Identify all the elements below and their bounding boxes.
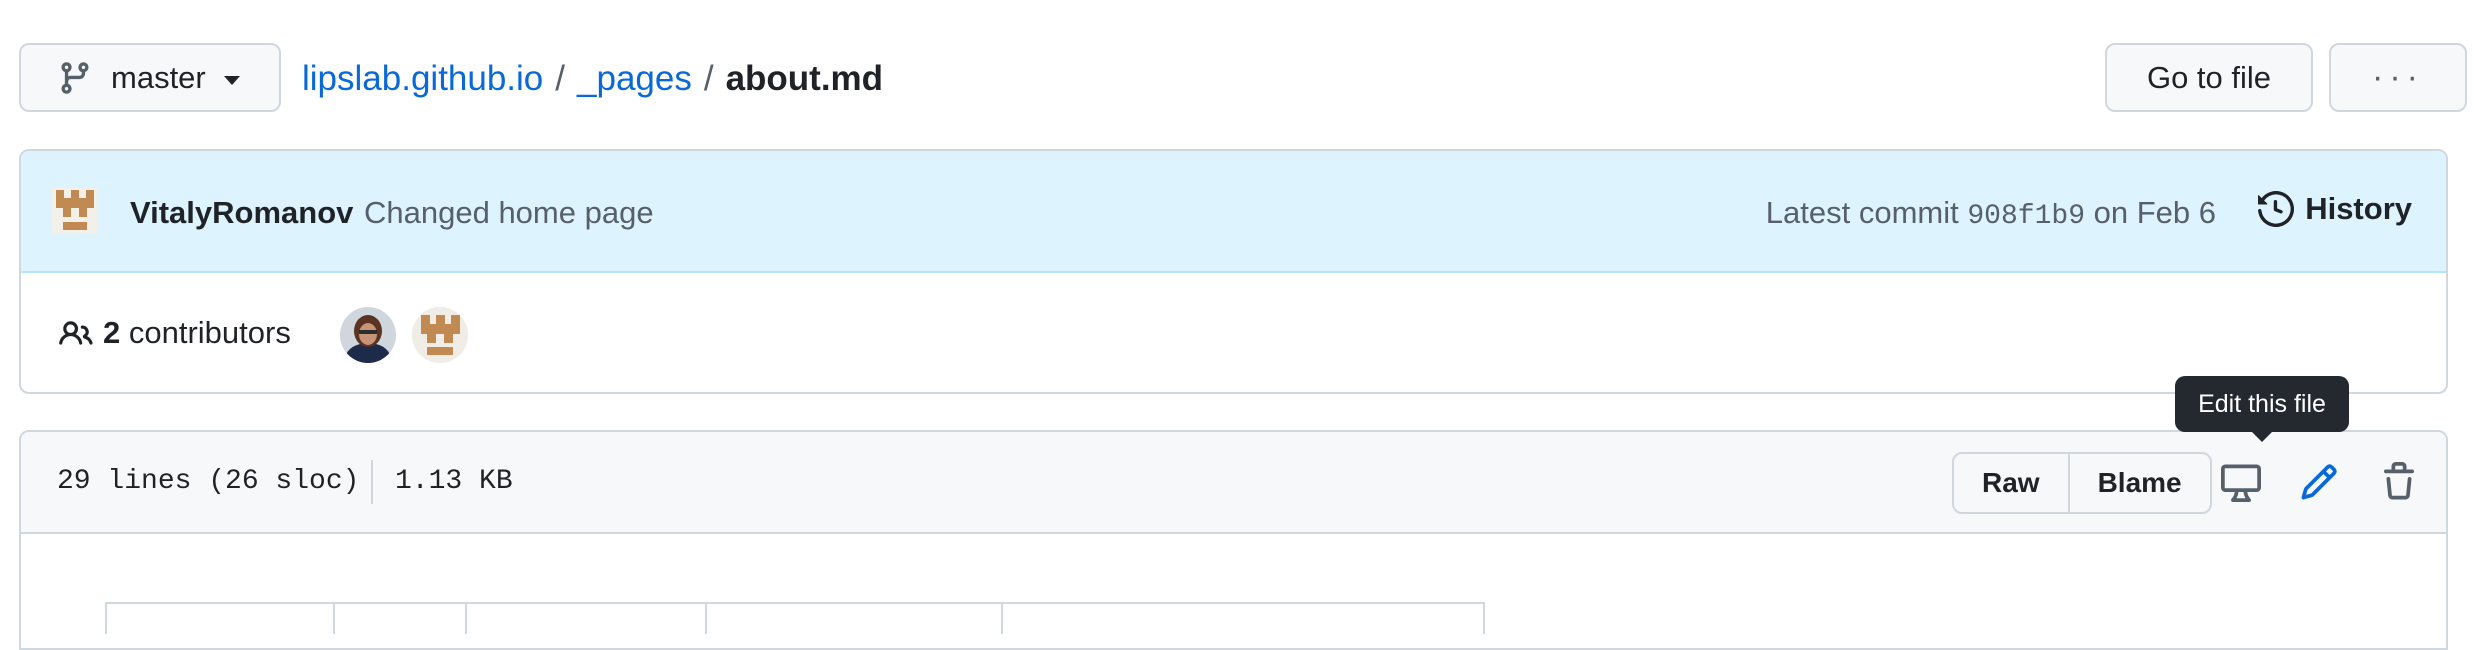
contributors-label: contributors <box>128 315 291 350</box>
blame-button[interactable]: Blame <box>2067 454 2210 512</box>
raw-button[interactable]: Raw <box>1954 454 2068 512</box>
file-line-count: 29 lines (26 sloc) <box>57 466 360 497</box>
latest-commit-bar: VitalyRomanov Changed home page Latest c… <box>21 151 2446 273</box>
contributor-avatar-identicon[interactable] <box>412 307 468 363</box>
latest-commit-prefix: Latest commit <box>1765 195 1959 230</box>
desktop-icon[interactable] <box>2221 462 2261 502</box>
contributors-count: 2 <box>103 315 121 350</box>
trash-icon[interactable] <box>2379 462 2419 502</box>
table-column-divider <box>1001 604 1003 634</box>
file-size: 1.13 KB <box>395 466 513 497</box>
file-navigation: master lipslab.github.io / _pages / about.md… <box>19 43 2467 114</box>
contributors-link[interactable]: 2 contributors <box>103 315 291 351</box>
table-column-divider <box>1483 604 1485 634</box>
history-button[interactable]: History <box>2258 191 2412 227</box>
git-branch-icon <box>61 61 89 94</box>
author-avatar[interactable] <box>52 188 98 234</box>
pencil-icon[interactable] <box>2299 462 2339 502</box>
breadcrumb-separator: / <box>703 59 714 98</box>
people-icon <box>59 321 93 345</box>
chevron-down-icon <box>223 76 240 85</box>
breadcrumb-repo-link[interactable]: lipslab.github.io <box>302 59 543 98</box>
commit-author-link[interactable]: VitalyRomanov <box>130 195 353 231</box>
file-header: 29 lines (26 sloc) 1.13 KB Raw Blame <box>21 432 2446 534</box>
history-label: History <box>2305 191 2412 226</box>
file-view-button-group: Raw Blame <box>1952 452 2212 514</box>
commit-message-link[interactable]: Changed home page <box>364 195 654 231</box>
divider <box>371 460 373 504</box>
contributor-avatar-photo[interactable] <box>340 307 396 363</box>
branch-name: master <box>111 59 206 95</box>
edit-file-tooltip: Edit this file <box>2175 376 2349 442</box>
more-options-button[interactable]: ··· <box>2329 43 2467 112</box>
breadcrumb-folder-link[interactable]: _pages <box>577 59 692 98</box>
commit-info-box: VitalyRomanov Changed home page Latest c… <box>19 149 2448 394</box>
commit-date: on Feb 6 <box>2093 195 2216 230</box>
breadcrumb: lipslab.github.io / _pages / about.md <box>302 57 883 101</box>
kebab-horizontal-icon: ··· <box>2372 58 2424 96</box>
breadcrumb-current-file: about.md <box>725 59 884 98</box>
table-column-divider <box>705 604 707 634</box>
history-icon <box>2258 191 2295 227</box>
go-to-file-button[interactable]: Go to file <box>2105 43 2313 112</box>
table-column-divider <box>465 604 467 634</box>
branch-select-button[interactable]: master <box>19 43 281 112</box>
commit-sha-link[interactable]: 908f1b9 <box>1967 201 2085 232</box>
latest-commit-info: Latest commit 908f1b9 on Feb 6 <box>1766 195 2216 232</box>
rendered-table-edge <box>105 602 1485 634</box>
breadcrumb-separator: / <box>555 59 566 98</box>
table-column-divider <box>333 604 335 634</box>
contributors-row: 2 contributors <box>21 273 2446 392</box>
